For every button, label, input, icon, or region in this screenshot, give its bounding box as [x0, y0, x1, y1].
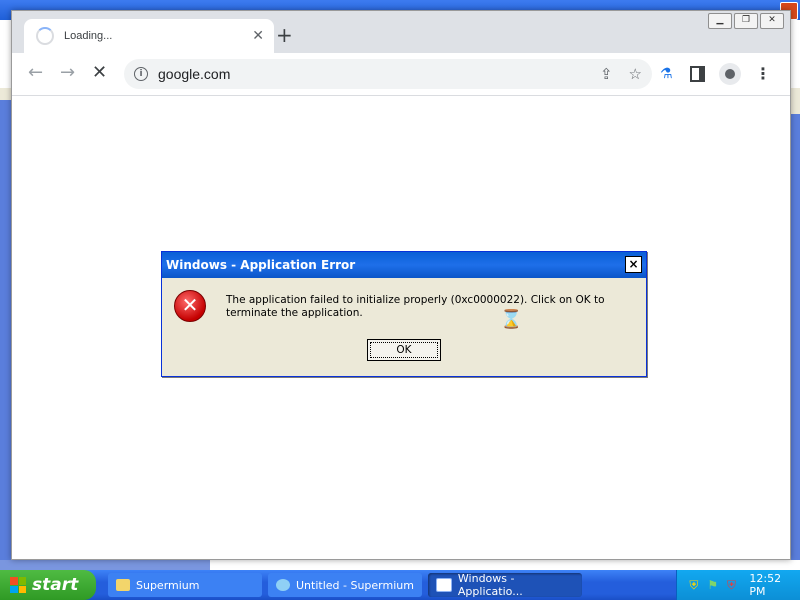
restore-button[interactable]: ❐ — [734, 13, 758, 29]
security-alert-icon[interactable]: ⛨ — [725, 578, 739, 592]
dialog-close-icon[interactable]: × — [625, 256, 642, 273]
taskbar-item-label: Windows - Applicatio... — [457, 572, 523, 598]
error-icon: ✕ — [174, 290, 206, 322]
tab-close-icon[interactable]: ✕ — [252, 28, 264, 44]
menu-kebab-icon[interactable]: ⋮ — [755, 66, 771, 82]
start-label: start — [32, 575, 79, 595]
url-text[interactable]: google.com — [158, 66, 230, 82]
taskbar-item-label: Untitled - Supermium — [296, 578, 414, 592]
site-info-icon[interactable]: i — [134, 67, 148, 81]
dialog-titlebar[interactable]: Windows - Application Error — [162, 252, 646, 278]
profile-avatar[interactable] — [719, 63, 741, 85]
taskbar-item-application-error[interactable]: Windows - Applicatio... — [428, 572, 582, 598]
taskbar: start Supermium Untitled - Supermium Win… — [0, 570, 800, 600]
close-button[interactable]: ✕ — [760, 13, 784, 29]
tab-title: Loading... — [64, 30, 113, 42]
side-panel-icon[interactable] — [690, 66, 705, 82]
window-icon — [436, 578, 452, 592]
taskbar-item-label: Supermium — [136, 578, 200, 592]
share-icon[interactable]: ⇪ — [600, 65, 613, 83]
security-shield-icon[interactable]: ⛨ — [687, 578, 701, 592]
taskbar-item-supermium[interactable]: Supermium — [108, 573, 262, 597]
busy-cursor-icon: ⌛ — [500, 309, 523, 330]
network-icon[interactable]: ⚑ — [706, 578, 720, 592]
forward-icon[interactable]: → — [60, 63, 75, 83]
folder-icon — [116, 579, 130, 591]
system-tray: ⛨ ⚑ ⛨ 12:52 PM — [676, 570, 800, 600]
ok-button[interactable]: OK — [367, 339, 441, 361]
browser-icon — [276, 579, 290, 591]
start-button[interactable]: start — [0, 570, 96, 600]
avatar-person-icon — [725, 69, 735, 79]
loading-spinner-icon — [36, 27, 54, 45]
window-controls: ▁ ❐ ✕ — [708, 13, 784, 29]
clock[interactable]: 12:52 PM — [749, 572, 800, 598]
bookmark-star-icon[interactable]: ☆ — [629, 65, 642, 83]
dialog-message: The application failed to initialize pro… — [226, 294, 605, 319]
new-tab-button[interactable]: + — [276, 25, 293, 45]
stop-loading-icon[interactable]: ✕ — [92, 63, 107, 83]
back-icon[interactable]: ← — [28, 63, 43, 83]
dialog-title: Windows - Application Error — [166, 258, 356, 272]
application-error-dialog: Windows - Application Error × ✕ The appl… — [161, 251, 647, 377]
windows-logo-icon — [10, 577, 26, 593]
taskbar-item-untitled-supermium[interactable]: Untitled - Supermium — [268, 573, 422, 597]
extension-flask-icon[interactable]: ⚗ — [660, 66, 676, 82]
tab-strip: Loading... ✕ + ▁ ❐ ✕ — [12, 11, 790, 53]
address-bar[interactable]: i google.com ⇪ ☆ — [124, 59, 652, 89]
background-window-bottom — [0, 560, 210, 570]
tab-loading[interactable]: Loading... ✕ — [24, 19, 274, 53]
browser-toolbar: ← → ✕ i google.com ⇪ ☆ ⚗ ⋮ — [12, 53, 790, 96]
minimize-button[interactable]: ▁ — [708, 13, 732, 29]
background-window-strip-left — [0, 100, 11, 560]
